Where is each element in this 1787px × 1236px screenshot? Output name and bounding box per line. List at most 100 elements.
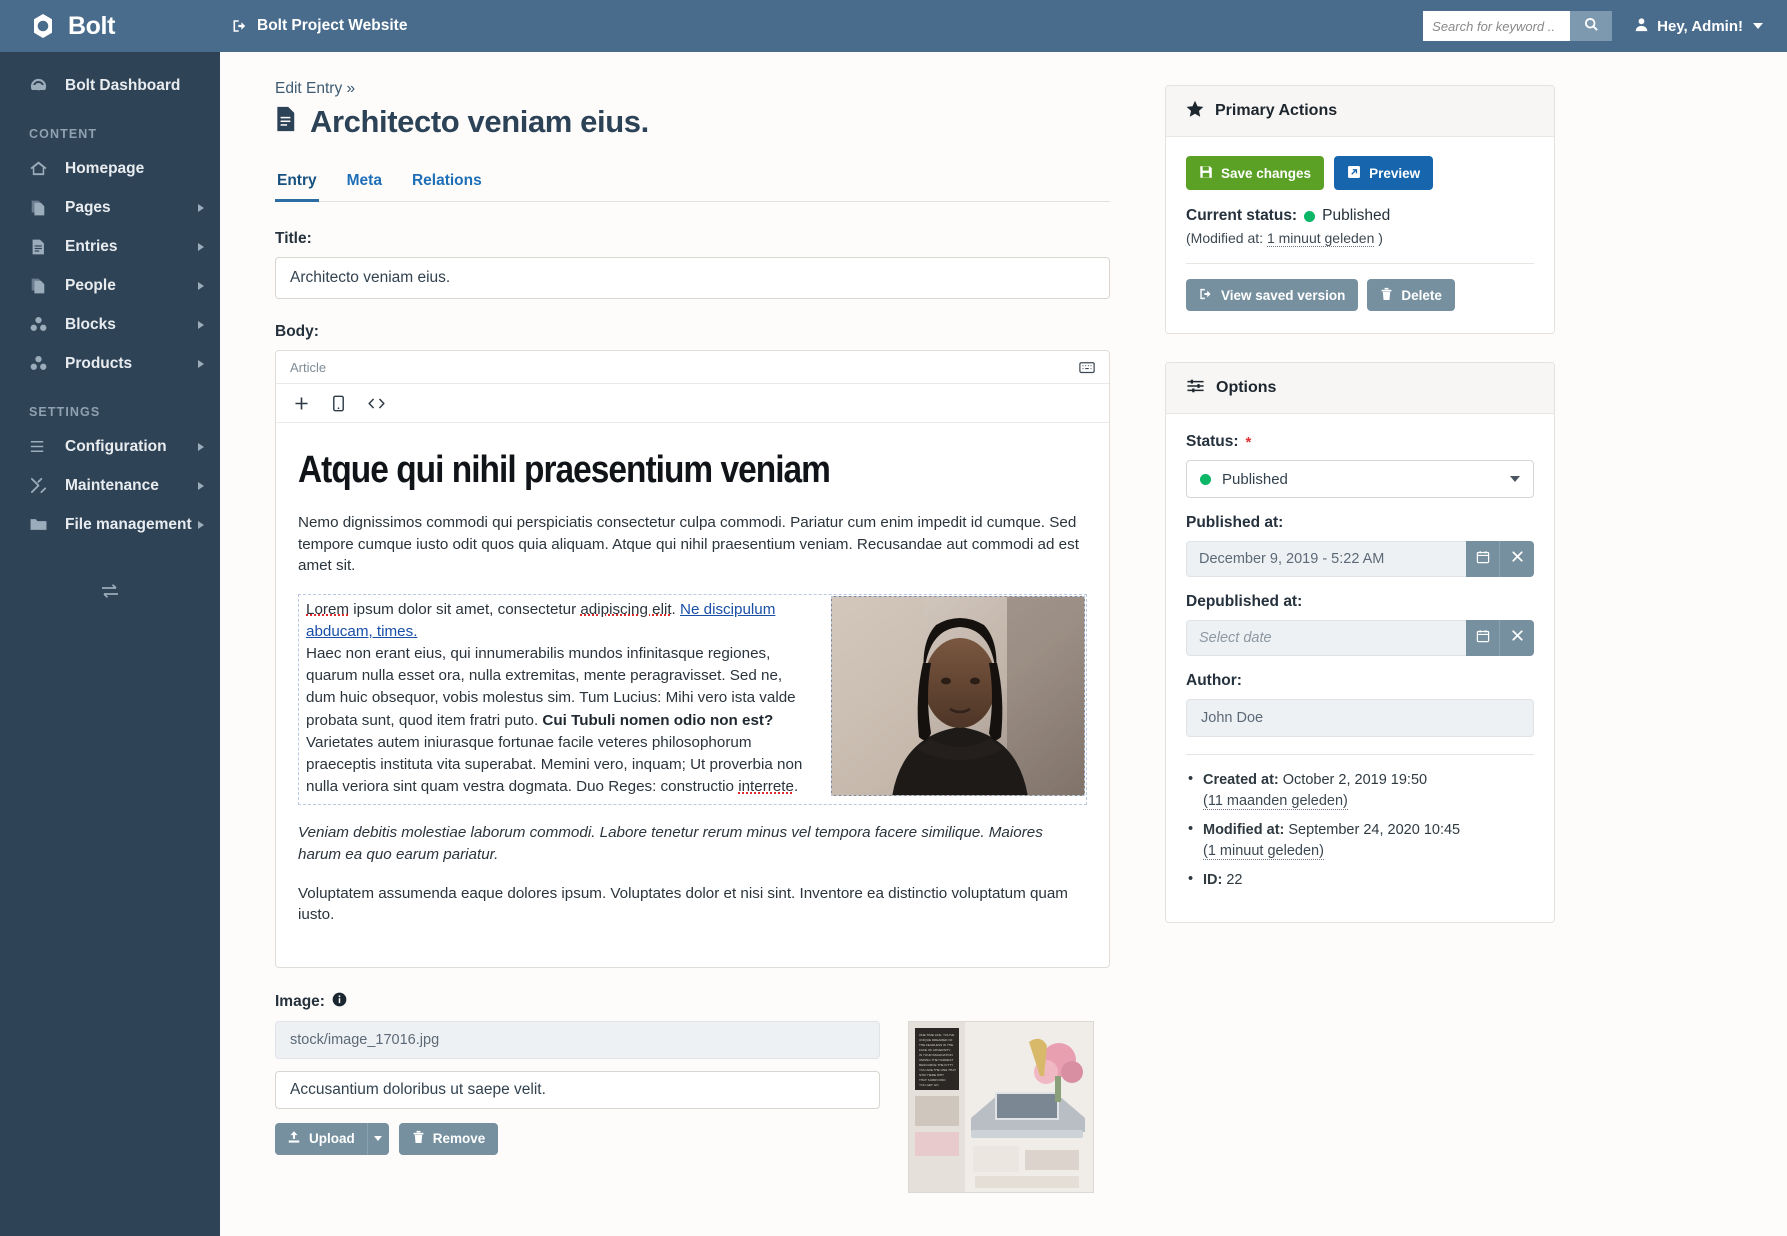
search-input[interactable]: [1423, 11, 1571, 41]
published-at-input[interactable]: December 9, 2019 - 5:22 AM: [1186, 541, 1466, 577]
sidebar-item-label: Entries: [65, 237, 118, 255]
upload-button[interactable]: Upload: [275, 1122, 389, 1155]
save-label: Save changes: [1221, 165, 1312, 181]
bolt-logo-icon: [29, 12, 57, 40]
sidebar-item-label: Maintenance: [65, 476, 159, 494]
remove-button[interactable]: Remove: [398, 1122, 499, 1155]
svg-text:IS YOUR IMAGINATION: IS YOUR IMAGINATION: [919, 1053, 953, 1057]
sidebar-item-people[interactable]: People: [0, 266, 220, 305]
svg-text:AMONG THE HARDEST: AMONG THE HARDEST: [919, 1058, 953, 1062]
options-title: Options: [1216, 379, 1277, 396]
primary-actions-title: Primary Actions: [1215, 102, 1338, 119]
breadcrumb[interactable]: Edit Entry »: [275, 80, 1110, 98]
chevron-right-icon: [198, 281, 204, 290]
published-calendar-button[interactable]: [1466, 541, 1500, 577]
modified-at-line: (Modified at: 1 minuut geleden ): [1186, 230, 1534, 247]
search-icon: [1584, 17, 1599, 35]
preview-button[interactable]: Preview: [1334, 156, 1434, 190]
inline-portrait-image[interactable]: [831, 595, 1085, 796]
image-alt-input[interactable]: [275, 1070, 880, 1109]
meta-key: Modified at:: [1203, 822, 1285, 839]
depublished-at-input[interactable]: Select date: [1186, 620, 1466, 656]
editor-column: Edit Entry » Architecto veniam eius. Ent…: [275, 80, 1110, 1236]
keyboard-icon[interactable]: [1079, 361, 1095, 374]
block-text-adipiscing: adipiscing elit: [580, 600, 672, 618]
chevron-right-icon: [198, 320, 204, 329]
entry-tabs: Entry Meta Relations: [275, 166, 1110, 202]
editor-tab-article[interactable]: Article: [290, 360, 326, 375]
sidebar-collapse-toggle[interactable]: [0, 580, 220, 607]
author-label: Author:: [1186, 672, 1242, 689]
upload-dropdown-toggle[interactable]: [366, 1122, 389, 1155]
upload-main[interactable]: Upload: [275, 1123, 367, 1155]
view-saved-version-button[interactable]: View saved version: [1186, 279, 1359, 311]
add-block-icon[interactable]: [293, 395, 310, 412]
sidebar-item-configuration[interactable]: Configuration: [0, 427, 220, 466]
sidebar-item-label: File management: [65, 515, 192, 533]
media-text-block[interactable]: Lorem ipsum dolor sit amet, consectetur …: [298, 593, 1087, 806]
sidebar-item-blocks[interactable]: Blocks: [0, 305, 220, 344]
delete-button[interactable]: Delete: [1367, 279, 1455, 311]
device-preview-icon[interactable]: [331, 395, 346, 412]
upload-label: Upload: [309, 1131, 355, 1147]
modified-relative-time[interactable]: 1 minuut geleden: [1266, 230, 1375, 247]
sidebar-item-products[interactable]: Products: [0, 344, 220, 383]
status-dot-icon: [1304, 210, 1316, 222]
tab-entry[interactable]: Entry: [275, 166, 319, 202]
sidebar-item-pages[interactable]: Pages: [0, 188, 220, 227]
author-input[interactable]: John Doe: [1186, 699, 1534, 737]
document-icon: [275, 104, 297, 140]
sidebar-item-dashboard[interactable]: Bolt Dashboard: [0, 66, 220, 105]
sidebar-item-entries[interactable]: Entries: [0, 227, 220, 266]
chevron-down-icon: [1753, 23, 1763, 29]
meta-value: 22: [1222, 872, 1243, 889]
user-menu[interactable]: Hey, Admin!: [1634, 17, 1763, 36]
editor-tabbar: Article: [276, 351, 1109, 384]
dashboard-icon: [29, 76, 51, 95]
image-thumbnail[interactable]: ONE TIME LIFE, YOU'VE UNIQUE DREAMED OF T…: [908, 1020, 1094, 1193]
current-status-line: Current status: Published: [1186, 207, 1534, 225]
info-icon[interactable]: [332, 992, 347, 1012]
sidebar-item-file-management[interactable]: File management: [0, 505, 220, 544]
external-link-icon: [1199, 287, 1213, 304]
tab-relations[interactable]: Relations: [410, 166, 484, 201]
options-header: Options: [1166, 363, 1554, 414]
media-block-text: Lorem ipsum dolor sit amet, consectetur …: [300, 596, 809, 803]
secondary-action-buttons: View saved version Delete: [1186, 279, 1534, 311]
editor-document[interactable]: Atque qui nihil praesentium veniam Nemo …: [276, 423, 1109, 967]
tab-meta[interactable]: Meta: [345, 166, 384, 201]
options-divider: [1186, 754, 1534, 755]
brand[interactable]: Bolt: [0, 12, 220, 41]
sidebar-item-label: People: [65, 276, 116, 294]
home-icon: [29, 159, 51, 178]
save-changes-button[interactable]: Save changes: [1186, 156, 1325, 190]
topbar-right: Hey, Admin!: [1423, 11, 1787, 41]
block-text-bold: Cui Tubuli nomen odio non est?: [542, 711, 774, 729]
search-box[interactable]: [1423, 11, 1613, 41]
status-label-text: Status:: [1186, 433, 1239, 450]
required-asterisk: *: [1245, 433, 1252, 451]
meta-relative[interactable]: (11 maanden geleden): [1203, 792, 1348, 810]
close-icon: [1511, 629, 1524, 647]
sidebar-item-maintenance[interactable]: Maintenance: [0, 466, 220, 505]
project-website-link[interactable]: Bolt Project Website: [232, 17, 407, 35]
meta-id: ID: 22: [1188, 869, 1534, 891]
chevron-right-icon: [198, 203, 204, 212]
image-filename-input[interactable]: stock/image_17016.jpg: [275, 1020, 880, 1059]
search-button[interactable]: [1570, 11, 1613, 41]
modified-prefix: (Modified at:: [1186, 230, 1267, 246]
status-select[interactable]: Published: [1186, 460, 1534, 498]
source-code-icon[interactable]: [367, 396, 386, 411]
sidebar-item-homepage[interactable]: Homepage: [0, 149, 220, 188]
published-clear-button[interactable]: [1500, 541, 1534, 577]
depublished-at-label: Depublished at:: [1186, 593, 1303, 610]
meta-relative[interactable]: (1 minuut geleden): [1203, 842, 1324, 860]
remove-label: Remove: [432, 1131, 486, 1147]
chevron-right-icon: [198, 442, 204, 451]
depublished-clear-button[interactable]: [1500, 620, 1534, 656]
modified-suffix: ): [1374, 230, 1383, 246]
image-label-text: Image:: [275, 992, 325, 1010]
title-input[interactable]: [275, 257, 1110, 299]
depublished-calendar-button[interactable]: [1466, 620, 1500, 656]
meta-modified-at: Modified at: September 24, 2020 10:45 (1…: [1188, 819, 1534, 861]
